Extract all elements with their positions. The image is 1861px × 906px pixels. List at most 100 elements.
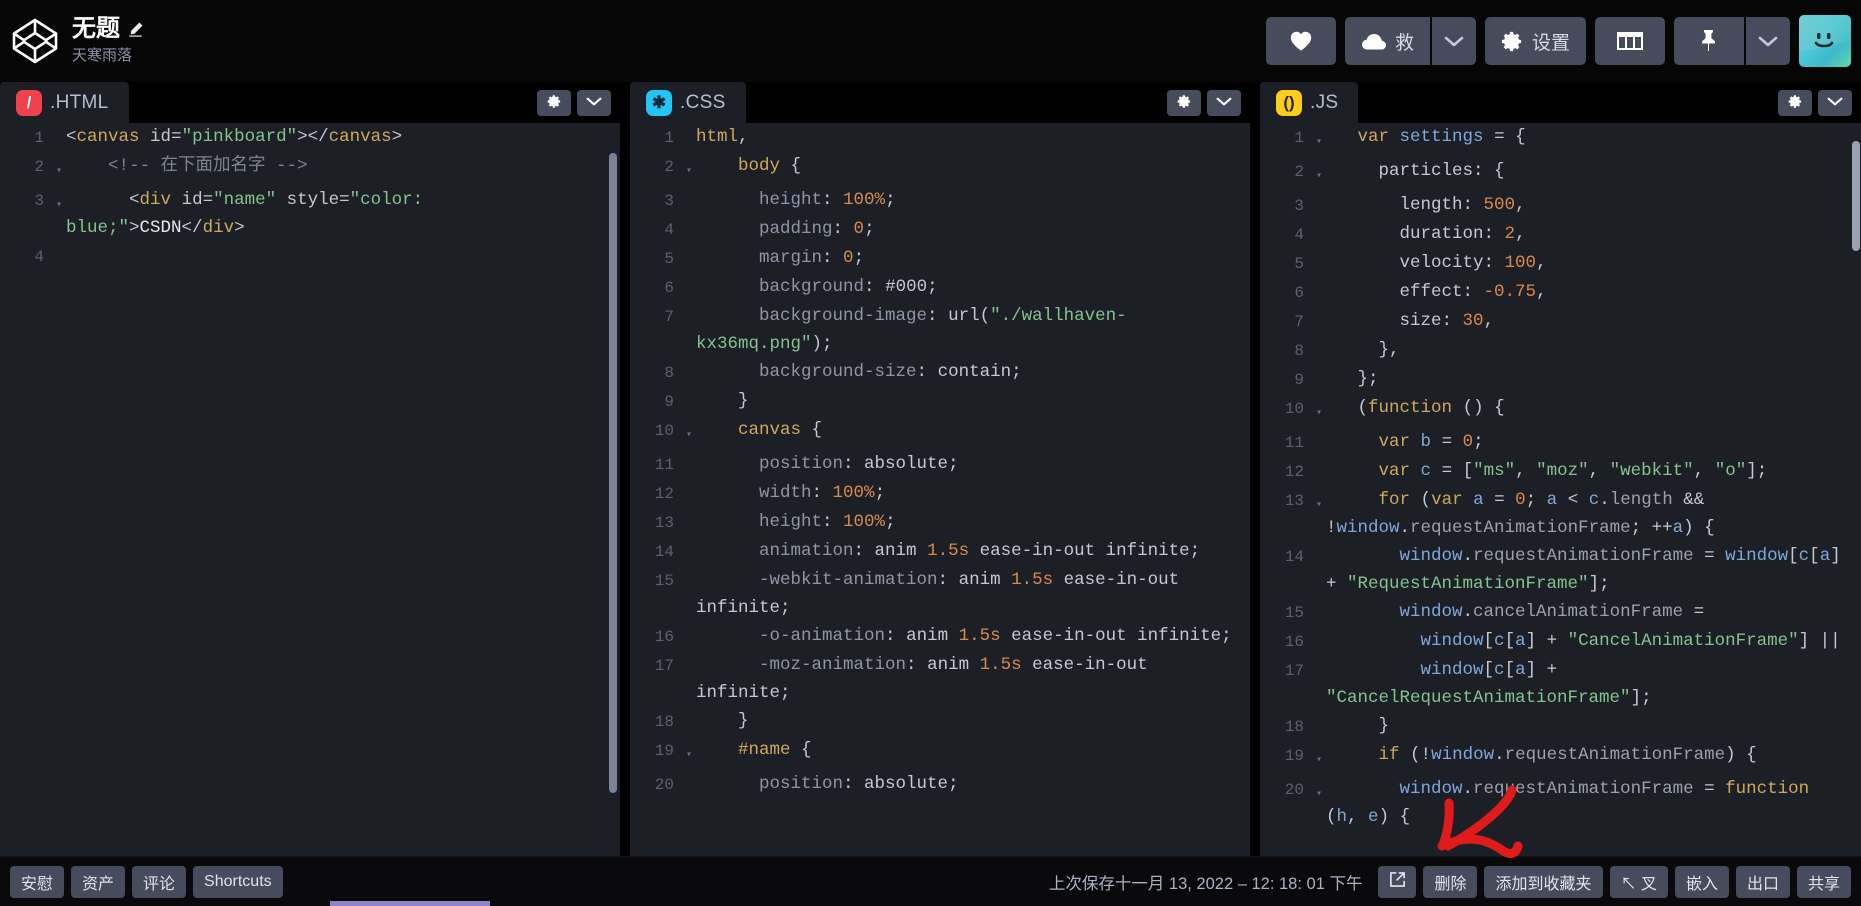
fold-toggle[interactable] (52, 242, 66, 248)
code-line: 6 background: #000; (630, 273, 1250, 302)
code-line: 12 var c = ["ms", "moz", "webkit", "o"]; (1260, 457, 1861, 486)
fold-toggle[interactable] (52, 123, 66, 129)
js-scrollbar[interactable] (1852, 141, 1860, 251)
fold-toggle[interactable] (1312, 336, 1326, 342)
line-number: 8 (630, 358, 682, 387)
panel-divider[interactable] (620, 82, 630, 856)
html-scrollbar[interactable] (609, 153, 617, 793)
js-code-editor[interactable]: 1▾ var settings = { 2▾ particles: { 3 le… (1260, 123, 1861, 856)
fold-toggle[interactable] (1312, 428, 1326, 434)
fold-toggle[interactable] (1312, 457, 1326, 463)
layout-button[interactable] (1595, 17, 1665, 65)
avatar[interactable] (1799, 15, 1851, 67)
fold-toggle[interactable] (682, 537, 696, 543)
code-content: }, (1326, 336, 1861, 364)
fold-toggle[interactable] (682, 123, 696, 129)
footer-button-shortcuts[interactable]: Shortcuts (193, 866, 283, 898)
fold-toggle[interactable] (1312, 278, 1326, 284)
fold-toggle[interactable] (1312, 249, 1326, 255)
add-to-collection-button[interactable]: 添加到收藏夹 (1484, 866, 1602, 898)
fold-toggle[interactable] (682, 215, 696, 221)
fold-toggle[interactable]: ▾ (52, 186, 66, 220)
fold-toggle[interactable]: ▾ (1312, 741, 1326, 775)
fold-toggle[interactable]: ▾ (1312, 157, 1326, 191)
line-number: 4 (1260, 220, 1312, 249)
tab-css[interactable]: ✱ .CSS (630, 82, 746, 123)
fold-toggle[interactable] (1312, 627, 1326, 633)
fold-toggle[interactable] (1312, 191, 1326, 197)
external-link-icon (1389, 871, 1406, 893)
fold-toggle[interactable]: ▾ (1312, 123, 1326, 157)
fold-toggle[interactable] (682, 244, 696, 250)
codepen-logo-icon[interactable] (8, 14, 62, 68)
css-collapse-button[interactable] (1207, 90, 1241, 116)
footer-button-comments[interactable]: 评论 (132, 866, 186, 898)
pencil-icon[interactable] (127, 21, 144, 38)
fold-toggle[interactable]: ▾ (52, 152, 66, 186)
line-number: 19 (630, 736, 682, 765)
css-code-editor[interactable]: 1html, 2▾ body { 3 height: 100%; 4 paddi… (630, 123, 1250, 856)
code-line: 18 } (1260, 712, 1861, 741)
line-number: 6 (1260, 278, 1312, 307)
fold-toggle[interactable]: ▾ (682, 736, 696, 770)
share-button[interactable]: 共享 (1797, 866, 1851, 898)
fold-toggle[interactable] (1312, 365, 1326, 371)
line-number: 12 (1260, 457, 1312, 486)
js-collapse-button[interactable] (1818, 90, 1852, 116)
fold-toggle[interactable] (682, 186, 696, 192)
fold-toggle[interactable] (682, 651, 696, 657)
fold-toggle[interactable] (1312, 542, 1326, 548)
fold-toggle[interactable] (682, 387, 696, 393)
fold-toggle[interactable] (682, 358, 696, 364)
fold-toggle[interactable]: ▾ (1312, 486, 1326, 520)
js-settings-button[interactable] (1778, 90, 1812, 116)
line-number: 17 (1260, 656, 1312, 685)
embed-button[interactable]: 嵌入 (1675, 866, 1729, 898)
tab-js[interactable]: () .JS (1260, 82, 1358, 123)
fold-toggle[interactable] (682, 707, 696, 713)
fold-toggle[interactable] (682, 770, 696, 776)
settings-button[interactable]: 设置 (1485, 17, 1586, 65)
tab-html[interactable]: / .HTML (0, 82, 129, 123)
footer-button-console[interactable]: 安慰 (10, 866, 64, 898)
external-link-button[interactable] (1378, 866, 1416, 898)
love-button[interactable] (1266, 17, 1336, 65)
export-button[interactable]: 出口 (1736, 866, 1790, 898)
css-settings-button[interactable] (1167, 90, 1201, 116)
html-collapse-button[interactable] (577, 90, 611, 116)
panel-divider[interactable] (1250, 82, 1260, 856)
delete-button[interactable]: 删除 (1423, 866, 1477, 898)
code-content: <!-- 在下面加名字 --> (66, 152, 620, 180)
fold-toggle[interactable] (682, 450, 696, 456)
save-button[interactable]: 救 (1345, 17, 1430, 65)
fold-toggle[interactable] (682, 508, 696, 514)
fold-toggle[interactable]: ▾ (682, 416, 696, 450)
fold-toggle[interactable] (1312, 220, 1326, 226)
fold-toggle[interactable] (682, 479, 696, 485)
gear-icon (1501, 30, 1524, 53)
fold-toggle[interactable] (682, 273, 696, 279)
line-number: 4 (0, 242, 52, 271)
pin-button[interactable] (1674, 17, 1744, 65)
fold-toggle[interactable] (682, 566, 696, 572)
fold-toggle[interactable] (682, 622, 696, 628)
html-code-editor[interactable]: 1 <canvas id="pinkboard"></canvas> 2 ▾ <… (0, 123, 620, 856)
code-content: var settings = { (1326, 123, 1861, 151)
fold-toggle[interactable] (1312, 598, 1326, 604)
pen-author[interactable]: 天寒雨落 (72, 45, 144, 66)
code-content: }; (1326, 365, 1861, 393)
pin-options-button[interactable] (1746, 17, 1790, 65)
fold-toggle[interactable] (1312, 712, 1326, 718)
fold-toggle[interactable]: ▾ (1312, 775, 1326, 809)
html-settings-button[interactable] (537, 90, 571, 116)
fork-button[interactable]: ↖ 叉 (1610, 866, 1668, 898)
fold-toggle[interactable] (1312, 307, 1326, 313)
code-content: position: absolute; (696, 450, 1250, 478)
fold-toggle[interactable] (1312, 656, 1326, 662)
fold-toggle[interactable]: ▾ (1312, 394, 1326, 428)
fold-toggle[interactable] (682, 302, 696, 308)
save-options-button[interactable] (1432, 17, 1476, 65)
fold-toggle[interactable]: ▾ (682, 152, 696, 186)
code-content: window[c[a] + "CancelRequestAnimationFra… (1326, 656, 1861, 712)
footer-button-assets[interactable]: 资产 (71, 866, 125, 898)
